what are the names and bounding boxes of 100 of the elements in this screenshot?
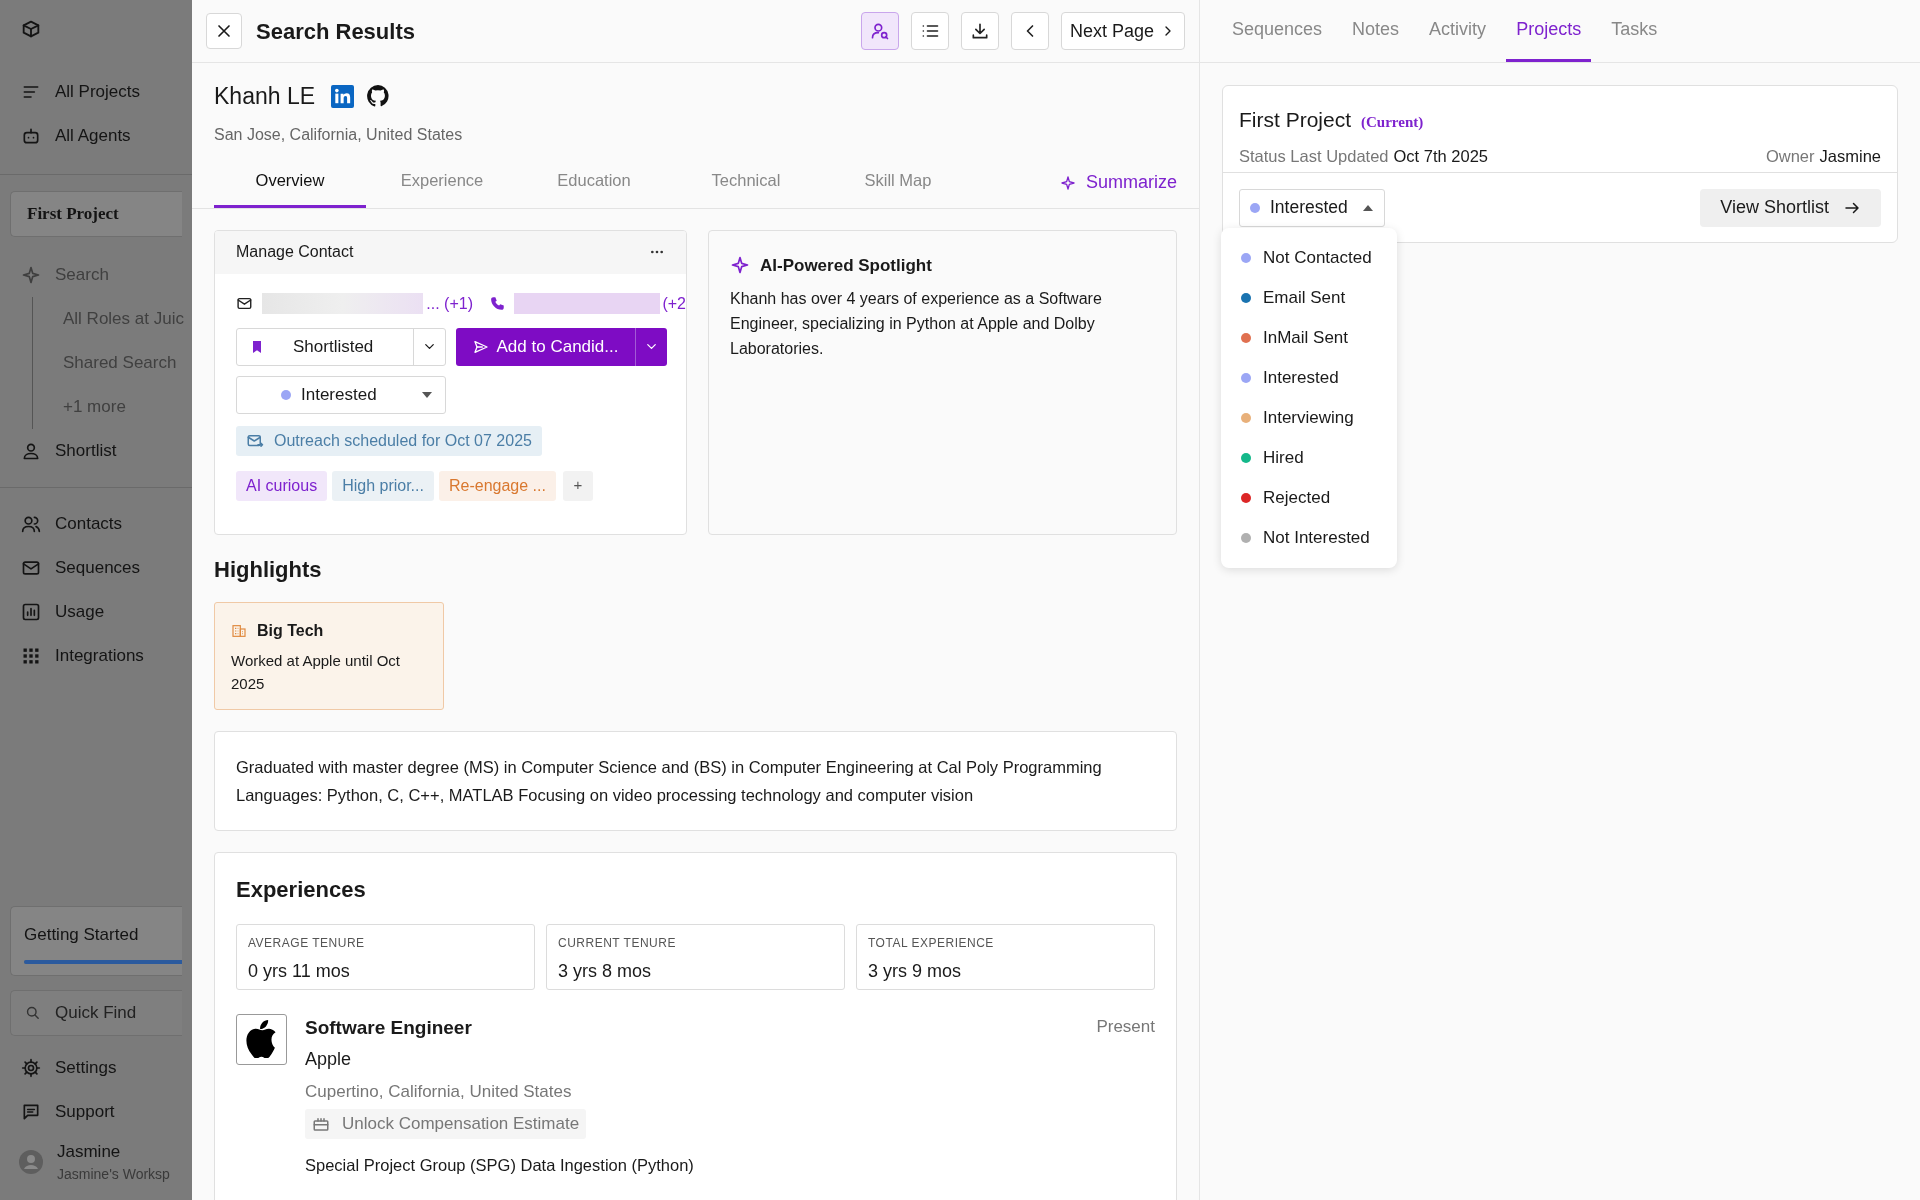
sidebar-subitem[interactable]: All Roles at Juic	[33, 297, 192, 341]
user-name: Jasmine	[57, 1140, 122, 1163]
phone-count[interactable]: (+2	[662, 291, 686, 316]
status-option[interactable]: Hired	[1221, 438, 1397, 478]
status-option[interactable]: Not Contacted	[1221, 238, 1397, 278]
job-location: Cupertino, California, United States	[305, 1081, 573, 1103]
project-selector[interactable]: First Project	[10, 191, 182, 237]
download-button[interactable]	[960, 12, 999, 50]
profile-tab[interactable]: Technical	[670, 155, 822, 208]
panel-tab[interactable]: Tasks	[1601, 0, 1668, 62]
job-description: Special Project Group (SPG) Data Ingestion (Python)	[305, 1154, 695, 1176]
section-title: Experiences	[236, 875, 367, 904]
current-label: (Current)	[1361, 113, 1424, 132]
owner-name: Jasmine	[1819, 145, 1881, 167]
status-option[interactable]: Rejected	[1221, 478, 1397, 518]
status-option[interactable]: Interested	[1221, 358, 1397, 398]
tag[interactable]: Re-engage ...	[438, 470, 556, 501]
building-icon	[231, 622, 247, 639]
sidebar-item[interactable]: Search	[55, 262, 109, 288]
stat-label: AVERAGE TENURE	[248, 934, 366, 952]
user-search-icon	[869, 21, 890, 41]
linkedin-icon[interactable]	[331, 84, 355, 108]
caret-up-icon	[1361, 203, 1374, 212]
profile-tab[interactable]: Experience	[366, 155, 518, 208]
summarize-button[interactable]: Summarize	[1059, 157, 1177, 208]
status-updated-label: Status Last Updated	[1239, 145, 1389, 167]
add-to-candidates-button[interactable]: Add to Candid...	[456, 327, 635, 366]
caret-down-icon	[421, 390, 433, 399]
profile-tab[interactable]: Education	[518, 155, 670, 208]
robot-icon	[21, 126, 41, 146]
sidebar-item[interactable]: Contacts	[55, 511, 123, 537]
next-page-button[interactable]: Next Page	[1060, 12, 1185, 50]
email-count[interactable]: ... (+1)	[426, 291, 473, 316]
shortlist-dropdown[interactable]: Shortlisted	[236, 327, 446, 366]
sidebar-item[interactable]: Sequences	[55, 555, 141, 581]
settings-icon	[21, 1058, 41, 1078]
people-icon	[21, 514, 41, 534]
panel-tab[interactable]: Projects	[1506, 0, 1592, 62]
education-summary: Graduated with master degree (MS) in Computer Science and (BS) in Computer Engineering at Cal Poly Programming Languages: Python, C, C++, MATLAB Focusing on video processing technology and computer vision	[236, 756, 1103, 806]
panel-tab[interactable]: Activity	[1419, 0, 1497, 62]
logo-icon[interactable]	[20, 18, 42, 40]
search-icon	[24, 1004, 41, 1021]
sidebar-item[interactable]: All Agents	[55, 123, 131, 149]
stat-value: 3 yrs 9 mos	[868, 959, 963, 983]
card-title: AI-Powered Spotlight	[760, 254, 932, 277]
status-dropdown[interactable]: Interested	[236, 375, 446, 414]
unlock-compensation-button[interactable]: Unlock Compensation Estimate	[305, 1108, 587, 1139]
sparkle-icon	[21, 265, 41, 285]
sidebar-subitem[interactable]: +1 more	[33, 385, 192, 429]
tag[interactable]: AI curious	[236, 470, 328, 501]
panel-title: Search Results	[256, 17, 416, 46]
status-option[interactable]: Not Interested	[1221, 518, 1397, 558]
sidebar-item[interactable]: Usage	[55, 599, 105, 625]
profile-tab[interactable]: Overview	[214, 155, 366, 208]
company-name: Apple	[305, 1048, 353, 1071]
candidate-name: Khanh LE	[214, 82, 316, 111]
status-dropdown[interactable]: Interested	[1239, 188, 1385, 227]
section-title: Highlights	[214, 555, 323, 584]
list-button[interactable]	[910, 12, 949, 50]
spotlight-text: Khanh has over 4 years of experience as a Software Engineer, specializing in Python at Apple and Dolby Laboratories.	[730, 289, 1103, 359]
status-option[interactable]: Email Sent	[1221, 278, 1397, 318]
stat-value: 0 yrs 11 mos	[248, 959, 351, 983]
person-icon	[21, 441, 41, 461]
sidebar-item[interactable]: Integrations	[55, 643, 144, 669]
github-icon[interactable]	[366, 84, 391, 109]
panel-tab[interactable]: Sequences	[1222, 0, 1333, 62]
panel-tab[interactable]: Notes	[1342, 0, 1410, 62]
chat-icon	[21, 1102, 41, 1122]
sidebar-item[interactable]: Shortlist	[55, 438, 117, 464]
job-title: Software Engineer	[305, 1015, 472, 1040]
project-name: First Project	[1239, 107, 1351, 133]
add-options-button[interactable]	[635, 327, 667, 366]
sidebar-subitem[interactable]: Shared Search	[33, 341, 192, 385]
sidebar-item[interactable]: All Projects	[55, 79, 141, 105]
profile-tab[interactable]: Skill Map	[822, 155, 974, 208]
mail-icon	[236, 295, 253, 312]
avatar-icon	[19, 1150, 43, 1174]
grid-icon	[21, 646, 41, 666]
search-field[interactable]: Quick Find	[10, 990, 182, 1036]
job-dates: Present	[1096, 1015, 1155, 1038]
status-option[interactable]: Interviewing	[1221, 398, 1397, 438]
view-shortlist-button[interactable]: View Shortlist	[1700, 188, 1881, 227]
user-search-button[interactable]	[860, 12, 899, 50]
add-tag-button[interactable]: +	[562, 470, 593, 501]
sidebar-item[interactable]: Settings	[55, 1055, 117, 1081]
owner-label: Owner	[1765, 145, 1815, 167]
workspace-name: Jasmine's Worksp	[57, 1165, 170, 1185]
mail-icon	[21, 558, 41, 578]
card-title: Big Tech	[257, 620, 324, 641]
close-button[interactable]	[206, 13, 242, 49]
sparkle-icon	[1059, 174, 1076, 191]
stat-value: 3 yrs 8 mos	[558, 959, 653, 983]
getting-started-card[interactable]: Getting Started	[10, 906, 182, 976]
card-title: Manage Contact	[236, 242, 354, 262]
tag[interactable]: High prior...	[332, 470, 434, 501]
stat-label: CURRENT TENURE	[558, 934, 677, 952]
sidebar-item[interactable]: Support	[55, 1099, 115, 1125]
highlight-text: Worked at Apple until Oct 2025	[231, 650, 401, 694]
status-option[interactable]: InMail Sent	[1221, 318, 1397, 358]
send-icon	[472, 338, 489, 355]
